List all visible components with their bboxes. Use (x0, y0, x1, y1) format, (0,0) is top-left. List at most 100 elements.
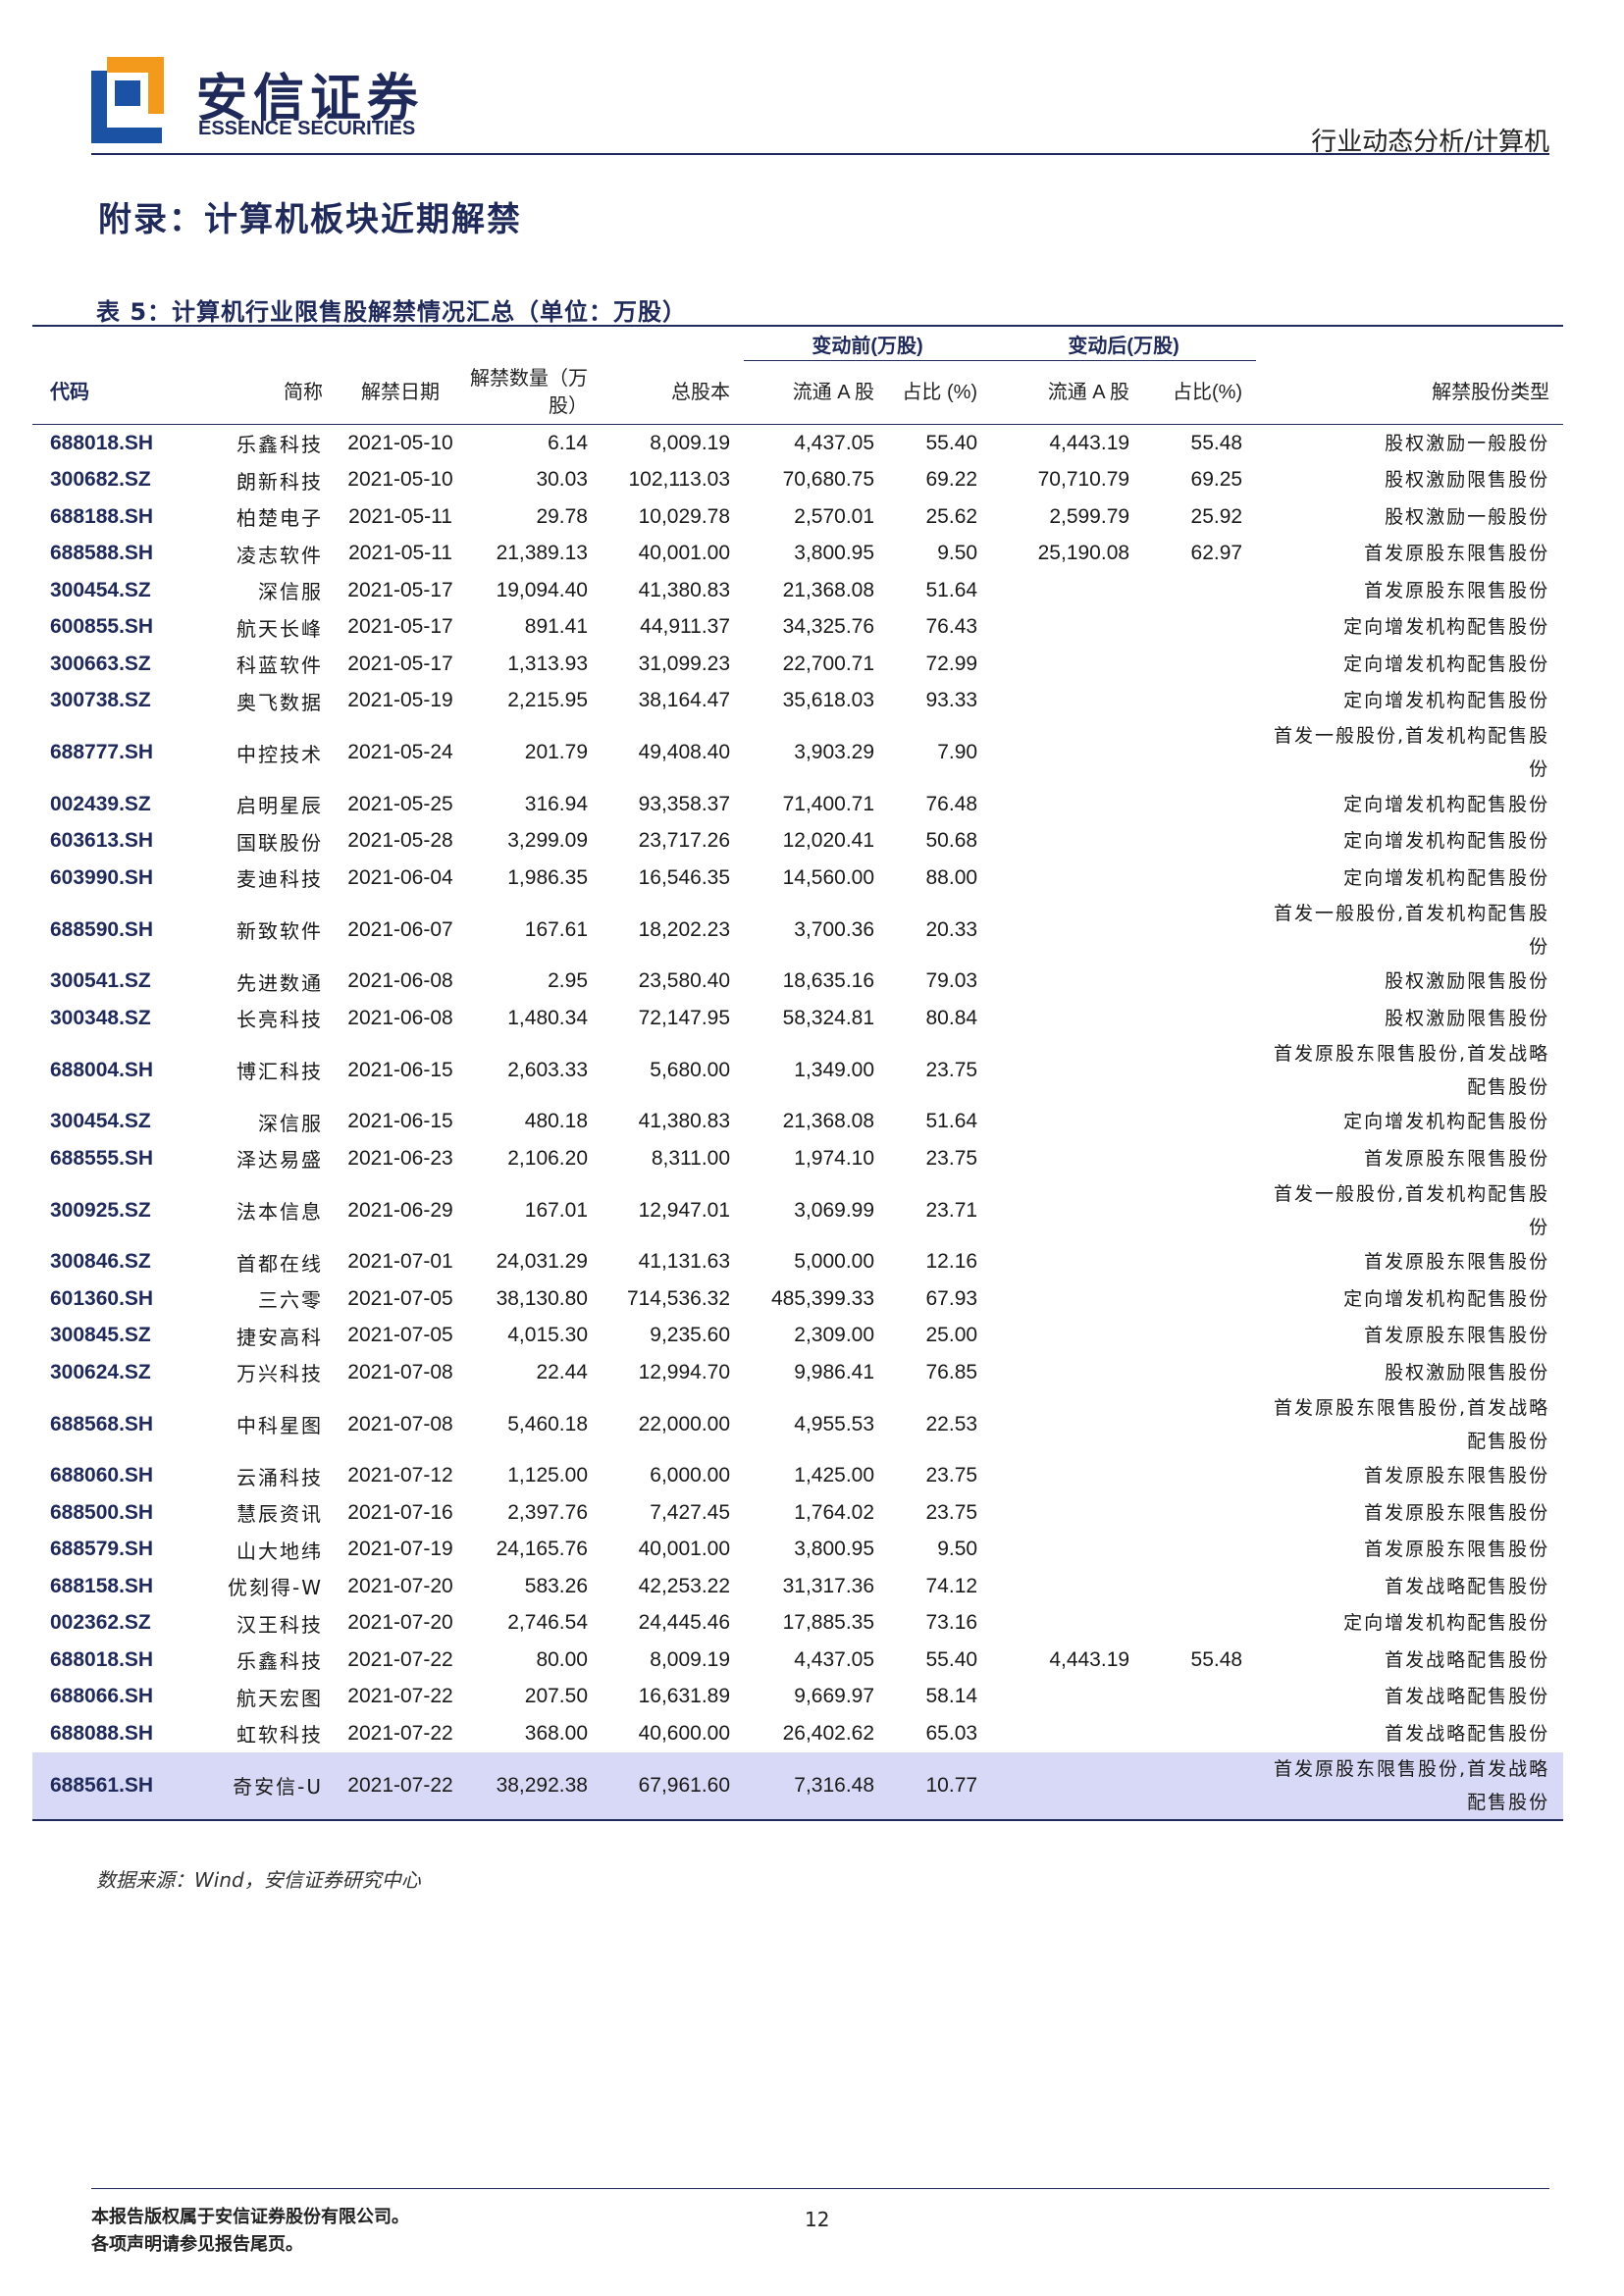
stock-code-cell: 300682.SZ (50, 468, 151, 492)
table-row: 688568.SH 中科星图 2021-07-08 5,460.18 22,000.00… (32, 1391, 1563, 1458)
ratio-before-cell: 9.50 (937, 542, 978, 565)
float-after-cell: 70,710.79 (1037, 468, 1130, 492)
float-before-cell: 4,955.53 (794, 1412, 875, 1435)
unlock-qty-cell: 201.79 (524, 741, 588, 763)
unlock-date-cell: 2021-06-15 (347, 1058, 453, 1081)
float-before-cell: 1,974.10 (794, 1146, 875, 1170)
ratio-after-cell (1143, 823, 1256, 861)
unlock-date-cell: 2021-05-17 (347, 652, 453, 675)
stock-name-cell: 柏楚电子 (236, 506, 323, 531)
stock-code-cell: 002362.SZ (50, 1611, 151, 1635)
ratio-before-cell: 67.93 (925, 1286, 978, 1310)
float-after-cell (991, 683, 1143, 720)
table-row: 300624.SZ 万兴科技 2021-07-08 22.44 12,994.70 9,9… (32, 1354, 1563, 1391)
ratio-after-cell (1143, 1244, 1256, 1281)
stock-code-cell: 688088.SH (50, 1721, 154, 1745)
ratio-before-cell: 72.99 (925, 652, 978, 675)
total-shares-cell: 31,099.23 (638, 652, 731, 675)
stock-code-cell: 688555.SH (50, 1146, 154, 1170)
stock-name-cell: 捷安高科 (236, 1325, 323, 1349)
total-shares-cell: 23,717.26 (638, 829, 731, 853)
ratio-before-cell: 79.03 (925, 969, 978, 993)
unlock-qty-cell: 1,480.34 (507, 1006, 588, 1029)
total-shares-cell: 72,147.95 (638, 1006, 731, 1029)
unlock-qty-cell: 368.00 (524, 1721, 588, 1745)
total-shares-cell: 22,000.00 (638, 1412, 731, 1435)
stock-code-cell: 688579.SH (50, 1538, 154, 1561)
float-before-cell: 3,700.36 (794, 917, 875, 941)
float-after-cell (991, 1104, 1143, 1141)
unlock-qty-cell: 30.03 (536, 468, 588, 492)
stock-name-cell: 长亮科技 (236, 1008, 323, 1032)
stock-name-cell: 云涌科技 (236, 1465, 323, 1489)
float-before-cell: 3,800.95 (794, 542, 875, 565)
float-after-cell (991, 609, 1143, 647)
ratio-after-cell: 69.25 (1190, 468, 1243, 492)
float-after-cell (991, 786, 1143, 823)
float-after-cell (991, 1177, 1143, 1244)
unlock-date-cell: 2021-07-22 (337, 1751, 464, 1820)
float-after-cell (991, 897, 1143, 964)
float-after-cell: 4,443.19 (1049, 1647, 1130, 1671)
unlock-date-cell: 2021-07-22 (347, 1721, 453, 1745)
unlock-type-cell: 股权激励一般股份 (1385, 505, 1550, 528)
ratio-after-cell (1143, 1605, 1256, 1643)
float-after-cell (991, 823, 1143, 861)
unlock-type-cell: 首发一般股份,首发机构配售股份 (1274, 1182, 1550, 1238)
ratio-before-cell: 50.68 (925, 829, 978, 853)
ratio-after-cell (1143, 786, 1256, 823)
ratio-before-cell: 51.64 (925, 1110, 978, 1133)
stock-code-cell: 688004.SH (50, 1058, 154, 1081)
ratio-before-cell: 25.00 (925, 1324, 978, 1347)
ratio-after-cell: 25.92 (1190, 504, 1243, 528)
table-row: 688590.SH 新致软件 2021-06-07 167.61 18,202.23 3,… (32, 897, 1563, 964)
group-header-before: 变动前(万股) (744, 325, 992, 361)
float-before-cell: 58,324.81 (782, 1006, 875, 1029)
float-after-cell: 2,599.79 (1049, 504, 1130, 528)
unlock-type-cell: 定向增发机构配售股份 (1343, 690, 1550, 712)
total-shares-cell: 16,546.35 (638, 865, 731, 889)
unlock-qty-cell: 316.94 (524, 792, 588, 815)
float-before-cell: 5,000.00 (794, 1250, 875, 1274)
unlock-type-cell: 股权激励限售股份 (1385, 469, 1550, 492)
ratio-after-cell (1143, 572, 1256, 609)
table-row: 688588.SH 凌志软件 2021-05-11 21,389.13 40,001.0… (32, 536, 1563, 573)
ratio-before-cell: 55.40 (925, 431, 978, 454)
ratio-before-cell: 23.75 (925, 1500, 978, 1524)
float-before-cell: 34,325.76 (782, 615, 875, 639)
table-row: 688188.SH 柏楚电子 2021-05-11 29.78 10,029.78 2,5… (32, 498, 1563, 536)
unlock-qty-cell: 19,094.40 (496, 578, 588, 601)
stock-name-cell: 泽达易盛 (236, 1148, 323, 1173)
unlock-type-cell: 首发原股东限售股份 (1364, 543, 1550, 565)
table-row: 688004.SH 博汇科技 2021-06-15 2,603.33 5,680.00 1… (32, 1037, 1563, 1104)
total-shares-cell: 8,311.00 (651, 1146, 731, 1170)
ratio-before-cell: 76.85 (925, 1360, 978, 1383)
stock-name-cell: 山大地纬 (236, 1539, 323, 1563)
stock-code-cell: 688568.SH (50, 1412, 154, 1435)
ratio-before-cell: 22.53 (925, 1412, 978, 1435)
stock-code-cell: 300845.SZ (50, 1324, 151, 1347)
ratio-after-cell: 55.48 (1190, 1647, 1243, 1671)
table-row: 300846.SZ 首都在线 2021-07-01 24,031.29 41,131.6… (32, 1244, 1563, 1281)
float-after-cell (991, 1494, 1143, 1532)
table-row: 688018.SH 乐鑫科技 2021-07-22 80.00 8,009.19 4,43… (32, 1642, 1563, 1679)
unlock-qty-cell: 2,106.20 (507, 1146, 588, 1170)
stock-code-cell: 688018.SH (50, 431, 154, 454)
unlock-date-cell: 2021-07-19 (347, 1538, 453, 1561)
stock-code-cell: 002439.SZ (50, 792, 151, 815)
unlock-date-cell: 2021-07-01 (347, 1250, 453, 1274)
stock-name-cell: 奥飞数据 (236, 690, 323, 714)
float-after-cell: 25,190.08 (1037, 542, 1130, 565)
table-row: 688060.SH 云涌科技 2021-07-12 1,125.00 6,000.00 1… (32, 1458, 1563, 1495)
unlock-qty-cell: 480.18 (524, 1110, 588, 1133)
float-after-cell (991, 1354, 1143, 1391)
total-shares-cell: 67,961.60 (602, 1751, 745, 1820)
footer-divider (91, 2188, 1549, 2189)
unlock-date-cell: 2021-06-15 (347, 1110, 453, 1133)
total-shares-cell: 18,202.23 (638, 917, 731, 941)
total-shares-cell: 40,001.00 (638, 542, 731, 565)
source-note: 数据来源：Wind，安信证券研究中心 (96, 1868, 421, 1892)
float-before-cell: 21,368.08 (782, 1110, 875, 1133)
unlock-type-cell: 首发原股东限售股份 (1364, 1465, 1550, 1487)
ratio-after-cell (1143, 719, 1256, 786)
